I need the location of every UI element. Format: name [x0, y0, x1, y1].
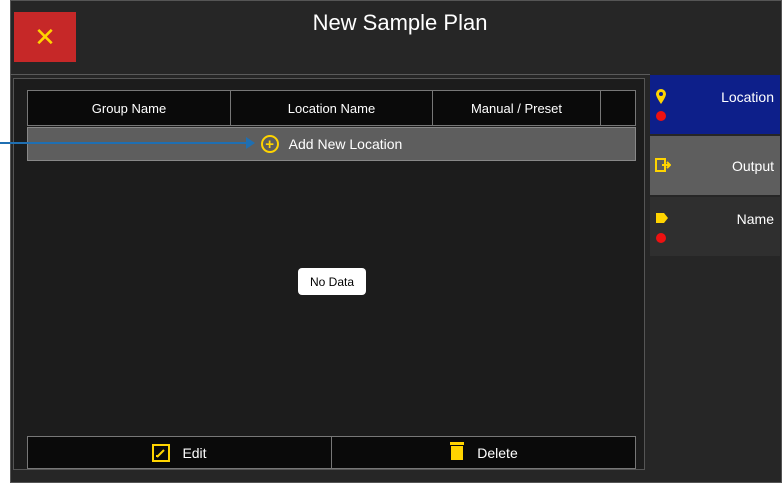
- edit-button[interactable]: Edit: [28, 437, 331, 468]
- sidebar-item-label: Location: [721, 89, 774, 105]
- tag-icon: [655, 211, 669, 227]
- add-new-location-button[interactable]: + Add New Location: [27, 127, 636, 161]
- divider: [10, 74, 650, 75]
- sidebar: Location Output Name: [650, 75, 780, 258]
- sidebar-item-label: Output: [731, 158, 774, 174]
- no-data-badge: No Data: [298, 268, 366, 295]
- add-new-location-label: Add New Location: [288, 136, 403, 152]
- add-circle-icon: +: [260, 135, 279, 153]
- edit-icon: [152, 443, 171, 462]
- delete-label: Delete: [477, 444, 518, 461]
- status-dot: [656, 233, 666, 243]
- page-title: New Sample Plan: [312, 10, 488, 35]
- table-body: [27, 162, 636, 435]
- sidebar-item-location[interactable]: Location: [650, 75, 780, 134]
- delete-button[interactable]: Delete: [331, 437, 635, 468]
- status-dot: [656, 111, 666, 121]
- action-bar: Edit Delete: [27, 436, 636, 469]
- column-header-blank: [601, 91, 635, 125]
- close-button[interactable]: ✕: [14, 12, 76, 62]
- location-pin-icon: [655, 89, 667, 108]
- trash-icon: [449, 441, 465, 464]
- sidebar-item-label: Name: [736, 211, 774, 227]
- table-header: Group Name Location Name Manual / Preset: [27, 90, 636, 126]
- column-header-manual-preset: Manual / Preset: [433, 91, 601, 125]
- close-icon: ✕: [34, 21, 56, 52]
- edit-label: Edit: [182, 444, 207, 461]
- sidebar-item-output[interactable]: Output: [650, 136, 780, 195]
- callout-arrow: [0, 142, 250, 144]
- column-header-location-name: Location Name: [231, 91, 433, 125]
- output-icon: [655, 158, 672, 175]
- callout-arrowhead: [246, 137, 255, 149]
- column-header-group-name: Group Name: [28, 91, 231, 125]
- sidebar-item-name[interactable]: Name: [650, 197, 780, 256]
